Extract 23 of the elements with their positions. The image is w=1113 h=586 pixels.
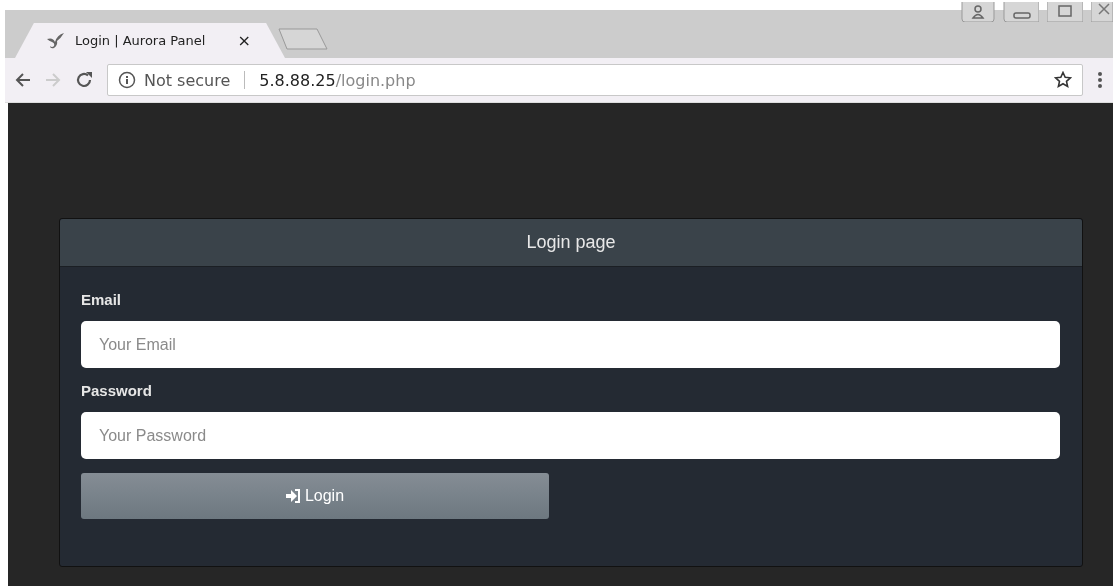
minimize-icon[interactable] [1003, 2, 1039, 22]
field-label: Password [81, 382, 153, 399]
address-bar[interactable]: Not secure 5.8.88.25/login.php [107, 64, 1083, 96]
browser-tab[interactable]: Login | Aurora Panel × [15, 23, 285, 58]
maximize-icon[interactable] [1047, 2, 1083, 22]
tab-title: Login | Aurora Panel [75, 33, 207, 48]
sign-in-icon [285, 489, 301, 503]
info-icon[interactable] [118, 71, 136, 89]
security-label: Not secure [144, 70, 231, 90]
input-field[interactable]: Your Password [81, 412, 1060, 459]
reload-icon[interactable] [75, 71, 93, 89]
back-icon[interactable] [15, 72, 31, 88]
menu-icon[interactable] [1097, 71, 1103, 89]
input-field[interactable]: Your Email [81, 321, 1060, 368]
bird-icon [45, 30, 65, 51]
close-icon[interactable] [1091, 2, 1113, 22]
field-label: Email [81, 291, 123, 308]
url-text: 5.8.88.25/login.php [259, 70, 417, 90]
tab-close-button[interactable]: × [237, 31, 251, 50]
card-title: Login page [526, 232, 616, 253]
profile-icon[interactable] [961, 2, 995, 22]
star-icon[interactable] [1054, 71, 1072, 89]
login-button[interactable]: Login [81, 473, 549, 519]
